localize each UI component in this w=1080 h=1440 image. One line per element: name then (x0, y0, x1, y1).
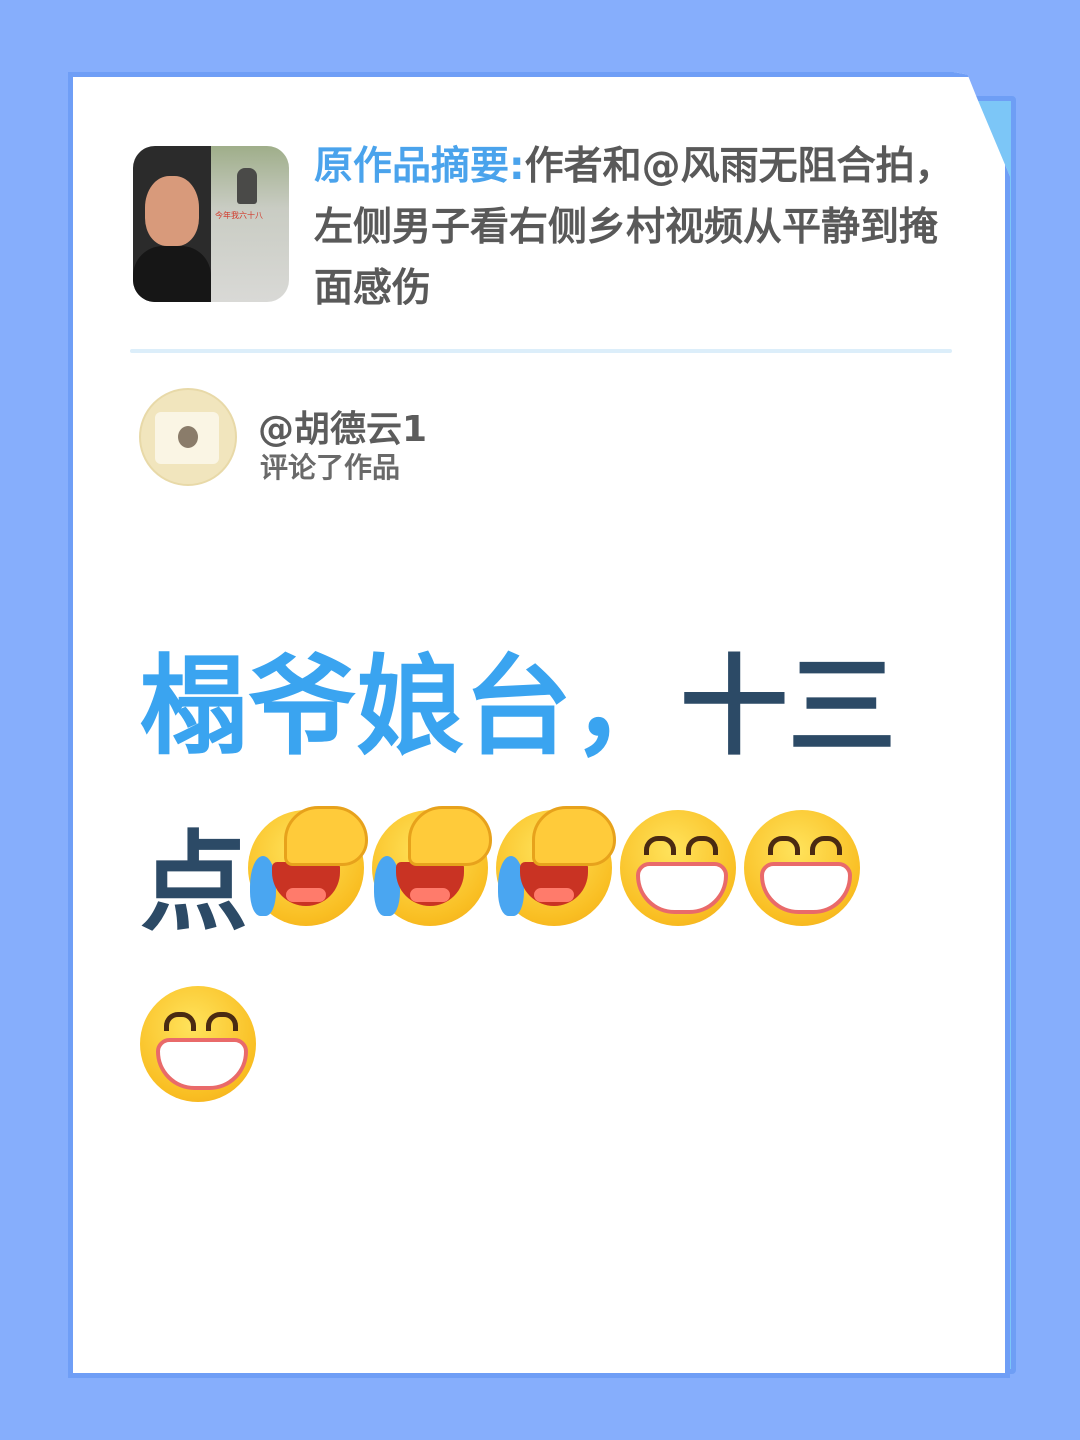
thumbnail-right-scene: 今年我六十八 (211, 146, 289, 302)
grinning-emoji (140, 986, 256, 1102)
facepalm-crying-emoji (248, 806, 369, 926)
grinning-emoji (744, 810, 861, 926)
grinning-emoji (620, 810, 737, 926)
divider (130, 349, 952, 353)
commented-label: 评论了作品 (260, 451, 401, 484)
thumbnail-left-person (133, 146, 211, 302)
facepalm-crying-emoji (372, 806, 493, 926)
commenter-name[interactable]: @胡德云1 (258, 400, 427, 452)
facepalm-crying-emoji (496, 806, 617, 926)
summary-label: 原作品摘要: (314, 144, 525, 189)
original-video-thumbnail[interactable]: 今年我六十八 (133, 146, 289, 302)
comment-highlight: 榻爷娘台， (140, 645, 681, 770)
comment-text: 榻爷娘台，十三点 (140, 620, 960, 1148)
original-summary: 原作品摘要:作者和@风雨无阻合拍，左侧男子看右侧乡村视频从平静到掩面感伤 (314, 136, 964, 319)
avatar[interactable] (139, 388, 237, 486)
thumbnail-caption: 今年我六十八 (215, 211, 263, 220)
